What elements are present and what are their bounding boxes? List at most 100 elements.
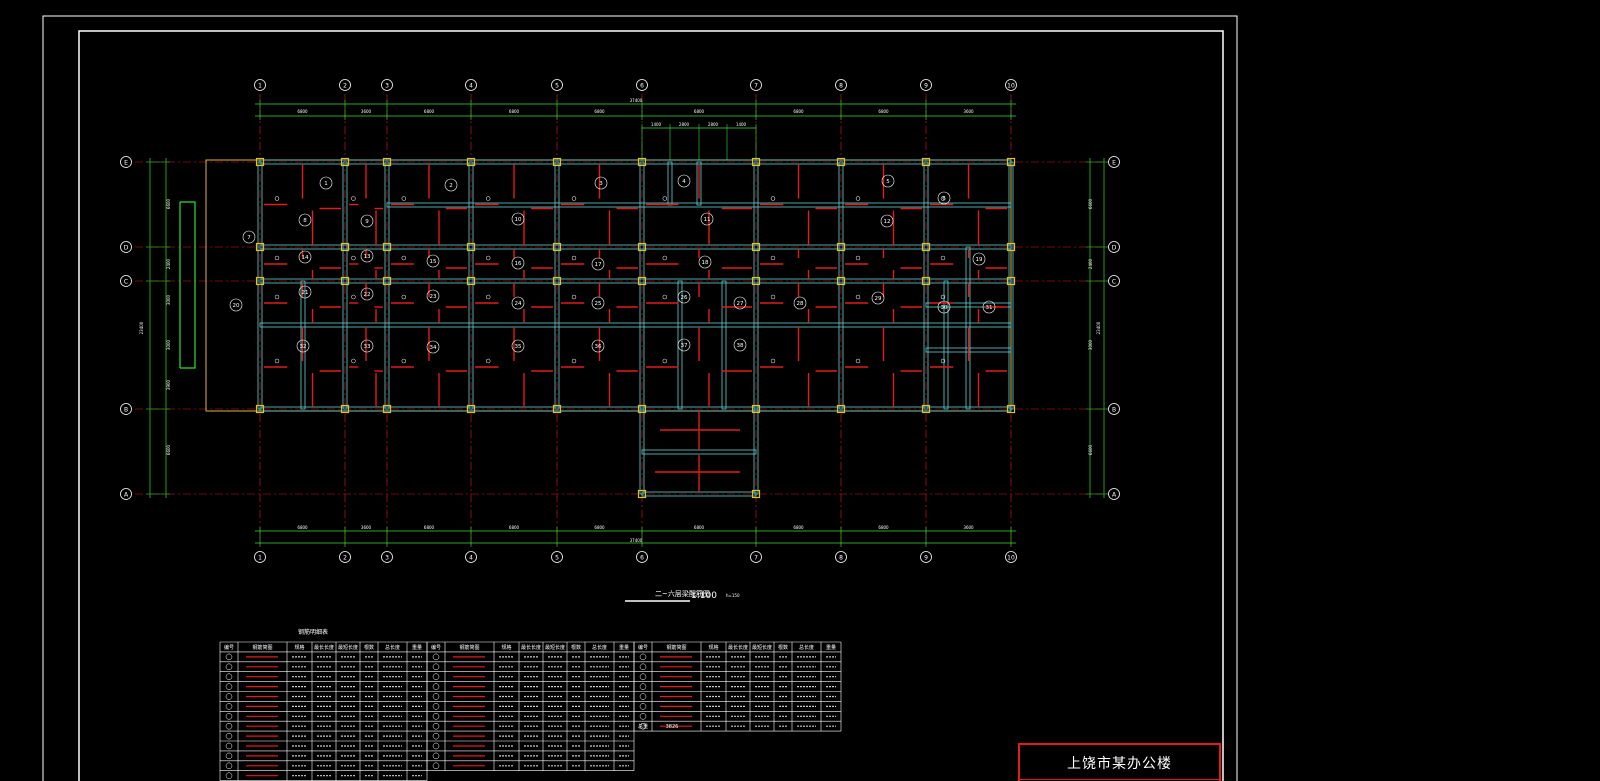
slab-panel-label: 9 <box>365 219 369 225</box>
axis-label: 4 <box>469 555 473 562</box>
table-header: 重量 <box>619 644 629 651</box>
rebar-tag <box>485 255 491 261</box>
table-id-mark <box>639 703 647 710</box>
rebar-schedule-table: 钢筋明细表 编号 钢筋简图 规格 最长长度 最短长度 根数 总长度 重量 编号 钢筋简图 规格 最长长… <box>219 628 842 781</box>
title-block-divider <box>1020 779 1219 780</box>
slab-panel-label: 27 <box>737 301 744 307</box>
sub-dimension-text: 2800 <box>708 122 719 127</box>
left-dimension-text: 2400 <box>166 258 171 269</box>
slab-panel-label: 26 <box>681 295 688 301</box>
top-dimension-text: 6800 <box>509 109 520 114</box>
axis-label: 3 <box>385 83 389 90</box>
table-id-mark <box>432 673 440 680</box>
rebar-tag <box>855 294 861 300</box>
bottom-dimension-text: 3600 <box>963 525 974 530</box>
slab-panel-label: 25 <box>595 301 602 307</box>
top-dimension-text: 6800 <box>878 109 889 114</box>
rebar-tag <box>770 196 776 201</box>
table-header: 钢筋简图 <box>666 644 686 651</box>
table-header: 规格 <box>294 644 304 651</box>
slab-panel-label: 11 <box>704 217 711 223</box>
bottom-dimension-text: 6800 <box>509 525 520 530</box>
slab-panel-label: 1 <box>324 181 328 187</box>
rebar-tag <box>855 358 861 364</box>
table-header: 最短长度 <box>338 644 358 651</box>
table-header: 最短长度 <box>752 644 772 651</box>
axis-label: C <box>124 279 128 286</box>
slab-panel-label: 34 <box>430 345 437 351</box>
table-id-mark <box>432 703 440 710</box>
bottom-dimension-text: 3600 <box>361 525 372 530</box>
slab-panel-label: 38 <box>737 343 744 349</box>
left-dimension-text: 3000 <box>166 339 171 350</box>
axis-label: D <box>124 245 129 252</box>
table-id-mark <box>639 693 647 700</box>
rebar-tag <box>401 255 407 261</box>
top-dimension-text: 3600 <box>963 109 974 114</box>
left-dimension-text: 3900 <box>166 379 171 390</box>
slab-panel-label: 10 <box>515 217 522 223</box>
axis-label: 5 <box>555 555 559 562</box>
bottom-dimension-text: 6800 <box>594 525 605 530</box>
slab-panel-label: 33 <box>364 344 371 350</box>
table-header: 重量 <box>826 644 836 651</box>
slab-panel-label: 24 <box>515 301 522 307</box>
rebar-tag <box>401 294 407 300</box>
table-header: 总长度 <box>592 644 607 651</box>
slab-panel-label: 32 <box>300 344 307 350</box>
scale-note: h=150 <box>726 593 740 598</box>
table-header: 规格 <box>501 644 511 651</box>
slab-panel-label: 19 <box>976 257 983 263</box>
table-id-mark <box>432 752 440 760</box>
table-id-mark <box>225 693 233 700</box>
sub-dimension-text: 1400 <box>736 122 747 127</box>
table-header: 最短长度 <box>545 644 565 651</box>
table-header: 根数 <box>778 644 788 651</box>
rebar-tag <box>940 294 946 300</box>
table-id-mark <box>432 713 440 720</box>
axis-label: 9 <box>924 555 928 562</box>
sub-dimension-text: 1400 <box>651 122 662 127</box>
title-block: 上饶市某办公楼 <box>1018 743 1221 781</box>
axis-label: 1 <box>258 83 262 90</box>
table-total-label: 总重 <box>638 723 648 730</box>
table-total-value: 3826 <box>666 724 679 730</box>
rebar-tag <box>662 255 668 261</box>
beam <box>943 280 949 410</box>
rebar-tag <box>351 255 356 261</box>
rebar-tag <box>274 196 280 201</box>
table-id-mark <box>432 683 440 690</box>
slab-panel-label: 13 <box>364 254 371 260</box>
table-id-mark <box>225 742 233 750</box>
table-id-mark <box>432 742 440 750</box>
table-header: 总长度 <box>385 644 400 651</box>
table-header: 最长长度 <box>728 644 748 651</box>
rebar-tag <box>351 358 356 364</box>
project-name: 上饶市某办公楼 <box>1067 756 1172 772</box>
left-dimension-text: 3000 <box>166 294 171 305</box>
rebar-tag <box>770 294 776 300</box>
axis-label: 8 <box>839 555 843 562</box>
axis-label: 2 <box>343 83 347 90</box>
bottom-dimension-text: 6800 <box>297 525 308 530</box>
inner-frame <box>78 30 1224 781</box>
rebar-tag <box>662 358 668 364</box>
top-dimension-text: 6800 <box>424 109 435 114</box>
slab-panel-label: 3 <box>599 181 603 187</box>
dimension-lines <box>146 100 1108 547</box>
table-id-mark <box>432 663 440 671</box>
columns <box>255 157 1016 499</box>
overall-dimension-top: 37400 <box>630 98 643 103</box>
rebar-tag <box>571 196 577 201</box>
table-id-mark <box>432 722 440 730</box>
slab-panel-label: 7 <box>247 235 251 241</box>
rebar-tag <box>940 358 946 364</box>
beams <box>205 159 1014 497</box>
axis-label: 1 <box>258 555 262 562</box>
table-id-mark <box>639 653 647 661</box>
table-title: 钢筋明细表 <box>298 628 328 636</box>
bottom-dimension-text: 6800 <box>878 525 889 530</box>
table-header: 编号 <box>638 644 648 651</box>
table-id-mark <box>639 673 647 680</box>
slab-panel-label: 23 <box>430 294 437 300</box>
